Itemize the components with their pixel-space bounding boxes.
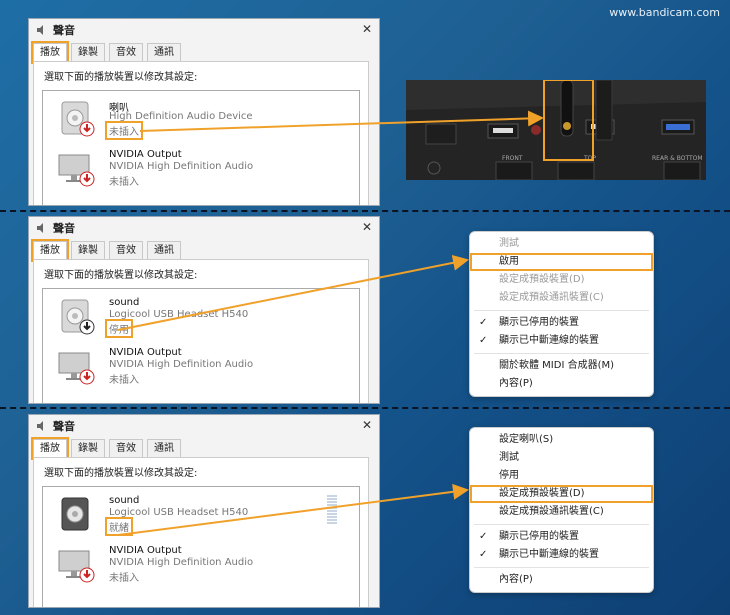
arrow-to-enable — [117, 254, 469, 331]
arrow-to-default — [117, 483, 469, 536]
callout-arrows — [117, 110, 544, 536]
arrow-to-jack — [139, 110, 544, 132]
